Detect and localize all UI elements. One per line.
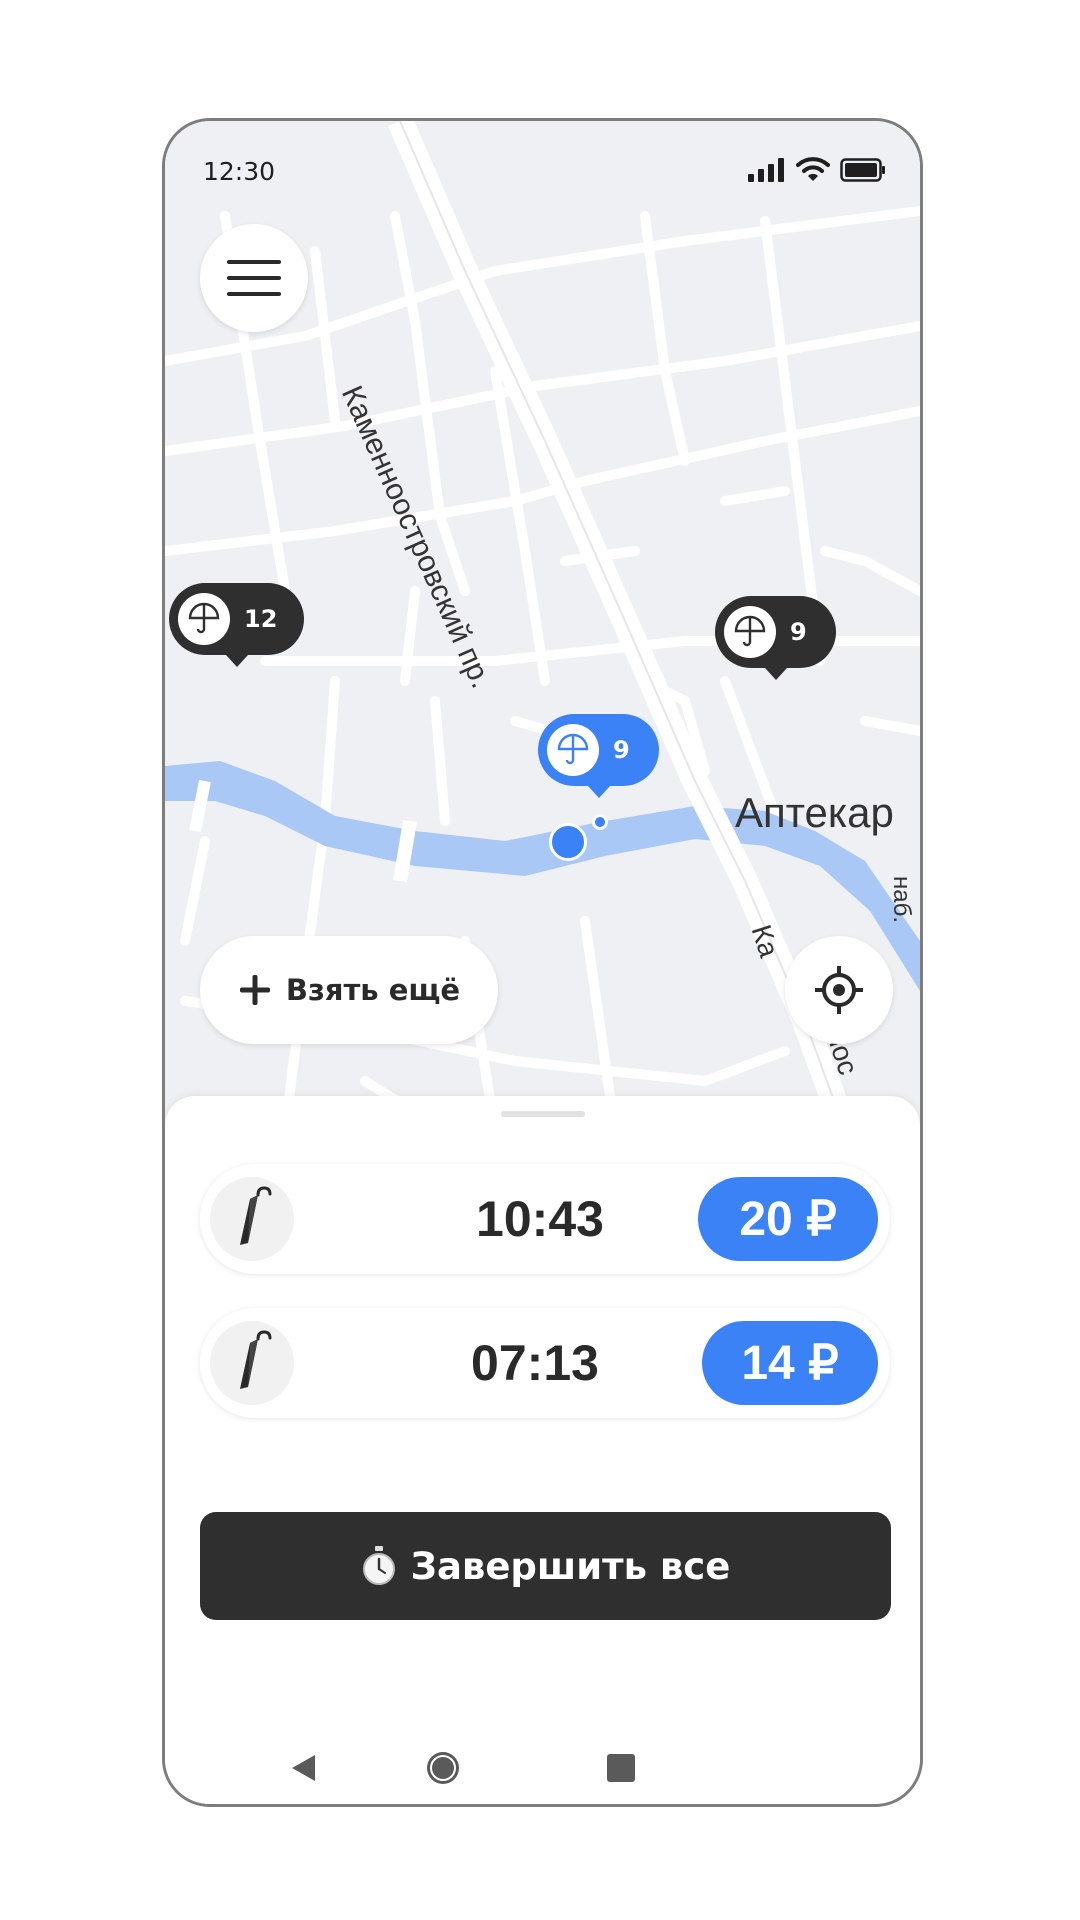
rentals-sheet: 10:43 20 ₽ 07:13 14 ₽ Завершить все (165, 1096, 920, 1804)
take-more-button[interactable]: Взять ещё (200, 936, 498, 1044)
status-bar: 12:30 (165, 121, 920, 186)
pin-pointer (764, 668, 787, 680)
pin-pointer (587, 786, 610, 798)
rental-item[interactable]: 10:43 20 ₽ (200, 1164, 890, 1274)
umbrella-closed-icon (210, 1177, 294, 1261)
finish-all-button[interactable]: Завершить все (200, 1512, 891, 1620)
street-label-aptekar: Аптекар (735, 789, 894, 836)
locate-icon (815, 966, 863, 1014)
status-icons (748, 157, 886, 183)
sheet-drag-handle[interactable] (501, 1111, 585, 1117)
home-button[interactable] (423, 1748, 463, 1788)
pin-count: 9 (613, 736, 630, 764)
umbrella-icon (724, 606, 776, 658)
umbrella-icon (178, 593, 230, 645)
signal-icon (748, 158, 784, 182)
rental-price: 20 ₽ (698, 1177, 878, 1261)
umbrella-station-pin[interactable]: 9 (715, 596, 836, 680)
finish-all-label: Завершить все (410, 1544, 731, 1588)
rental-timer: 10:43 (476, 1191, 604, 1247)
locate-me-button[interactable] (785, 936, 893, 1044)
recents-button[interactable] (601, 1748, 641, 1788)
rental-timer: 07:13 (471, 1335, 599, 1391)
battery-icon (840, 158, 885, 182)
take-more-label: Взять ещё (285, 973, 461, 1007)
recents-icon (607, 1754, 635, 1782)
umbrella-closed-icon (210, 1321, 294, 1405)
umbrella-icon (547, 724, 599, 776)
system-nav-bar (165, 1730, 920, 1804)
stopwatch-icon (362, 1546, 395, 1585)
user-heading-dot (592, 814, 608, 830)
home-icon (427, 1752, 459, 1784)
pin-pointer (225, 655, 248, 667)
wifi-icon (796, 157, 830, 181)
rental-price: 14 ₽ (702, 1321, 878, 1405)
menu-button[interactable] (200, 224, 308, 332)
street-label-nab: наб. (888, 876, 915, 924)
plus-icon (239, 975, 270, 1005)
pin-count: 9 (790, 618, 807, 646)
hamburger-icon (227, 260, 281, 296)
pin-count: 12 (244, 605, 278, 633)
umbrella-station-pin[interactable]: 12 (169, 583, 304, 667)
user-location-dot (549, 823, 587, 861)
back-icon (292, 1755, 315, 1781)
status-time: 12:30 (203, 157, 276, 186)
rental-item[interactable]: 07:13 14 ₽ (200, 1308, 890, 1418)
back-button[interactable] (283, 1748, 323, 1788)
umbrella-station-pin-selected[interactable]: 9 (538, 714, 659, 798)
phone-frame: Каменноостровский пр. Аптекар Ка нос наб… (162, 118, 923, 1807)
